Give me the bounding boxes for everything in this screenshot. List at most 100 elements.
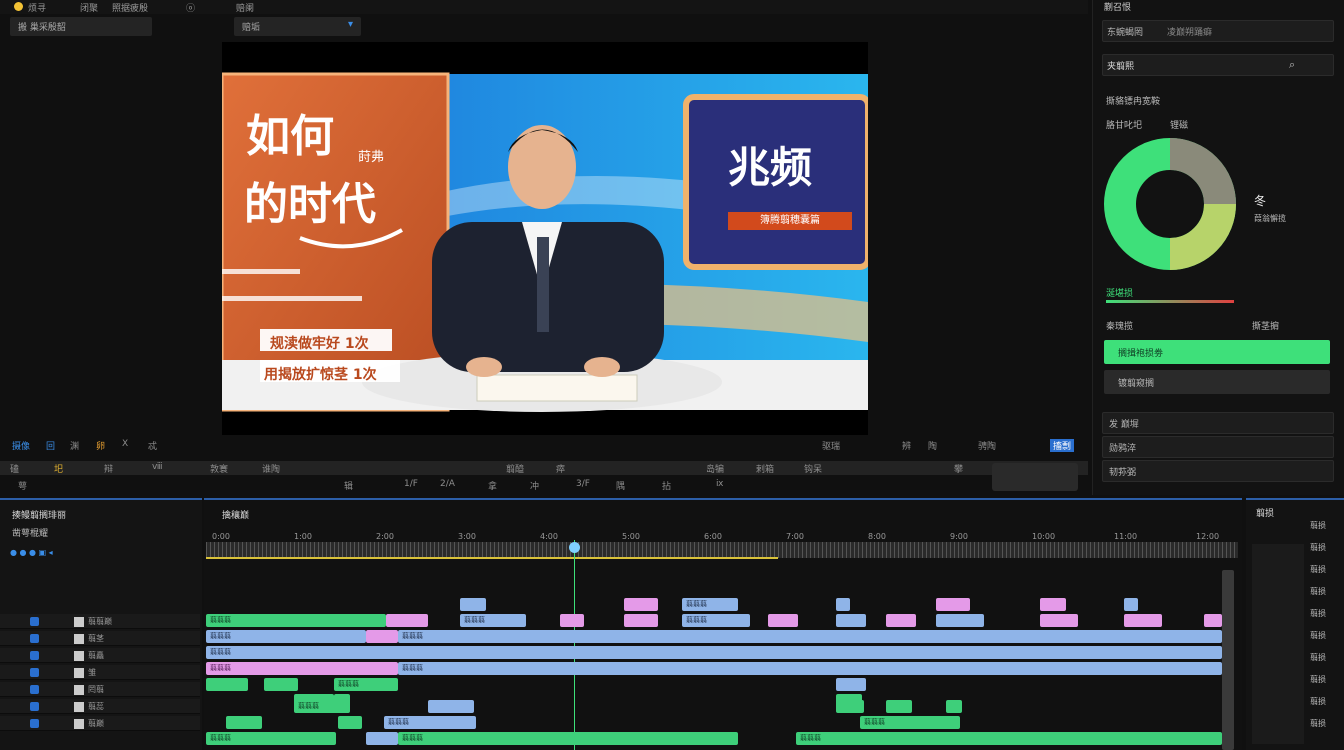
track-header-panel: 揍鳗翦搁琲丽 凿萼棍耀 ● ● ● ▣ ◂ 翦翦巅 翦茎 翦矗雏罔翦 翦蕊 翦巅	[0, 498, 202, 750]
app-logo	[14, 2, 23, 11]
playback-controls[interactable]	[992, 463, 1078, 491]
track-icon[interactable]	[30, 685, 39, 694]
track-icon[interactable]	[30, 651, 39, 660]
menu-item-5[interactable]: 赔阑	[236, 1, 254, 14]
grid-icon[interactable]: 陶	[928, 439, 937, 452]
menu-item-3[interactable]: 照据疲殷	[112, 1, 148, 14]
strip-item[interactable]: 冲	[530, 479, 539, 492]
preview-headline-2: 的时代	[244, 179, 376, 230]
track-header[interactable]: 翦巅	[0, 716, 200, 731]
track-icon[interactable]	[30, 634, 39, 643]
track-header[interactable]: 罔翦	[0, 682, 200, 697]
primary-button[interactable]: 搁揖袍损劵	[1104, 340, 1330, 364]
track-header[interactable]: 翦茎	[0, 631, 200, 646]
strip-item[interactable]: 拿	[488, 479, 497, 492]
track-header[interactable]: 翦蕊	[0, 699, 200, 714]
strip-item[interactable]: ⅷ	[152, 462, 163, 472]
track-swatch	[74, 702, 84, 712]
folder-icon[interactable]: 渊	[70, 439, 79, 452]
marker-icon[interactable]: 卵	[96, 439, 105, 452]
project-tab[interactable]: 搬 巢采殷韶	[10, 17, 152, 36]
track-icon[interactable]	[30, 702, 39, 711]
work-area-bar[interactable]	[206, 557, 778, 559]
strip-item[interactable]: 岛犏	[706, 462, 724, 475]
track-tools[interactable]: ● ● ● ▣ ◂	[10, 548, 170, 558]
strip-item[interactable]: 辑	[344, 479, 353, 492]
inspector-list-item-2[interactable]: 勋鸦淬	[1102, 436, 1334, 458]
ripple-icon[interactable]: 忒	[148, 439, 157, 452]
camera-icon[interactable]: 摄像	[12, 439, 30, 452]
preview-screen-title: 兆频	[728, 143, 813, 192]
strip-item[interactable]: 钩呆	[804, 462, 822, 475]
inspector-row-1[interactable]: 东蜿蝎罔 凌巅朔踊癖	[1102, 20, 1334, 42]
strip-item[interactable]: 拈	[662, 479, 671, 492]
strip-item[interactable]: 圯	[54, 462, 63, 475]
inspector-row-a-label: 秦瑰揽	[1106, 322, 1134, 332]
strip-item[interactable]: 1/F	[404, 479, 418, 489]
inspector-list-item-3[interactable]: 韧荪弼	[1102, 460, 1334, 482]
timeline-scrollbar[interactable]	[1222, 570, 1234, 750]
strip-item[interactable]: 攀	[954, 462, 963, 475]
preview-lower-2: 用揭放扩惊茎 1次	[264, 367, 377, 383]
inspector-row-1-value: 凌巅朔踊癖	[1167, 28, 1213, 38]
list-item-label: 发 巅墀	[1109, 420, 1139, 430]
ruler-ticks[interactable]	[206, 542, 1238, 558]
track-swatch	[74, 651, 84, 661]
overlay-icon[interactable]: 骋陶	[978, 439, 996, 452]
meter-label: 翦损	[1310, 543, 1326, 552]
inspector-list-item-1[interactable]: 发 巅墀	[1102, 412, 1334, 434]
playhead[interactable]	[574, 540, 575, 750]
track-swatch	[74, 617, 84, 627]
safe-area-icon[interactable]: 辨	[902, 439, 911, 452]
menu-item-4[interactable]: ⓞ	[186, 1, 195, 14]
timeline[interactable]: 擒穰巅 0:00 1:00 2:00 3:00 4:00 5:00 6:00 7:00 8:00…	[204, 498, 1242, 750]
strip-item[interactable]: 隅	[616, 479, 625, 492]
strip-item[interactable]: 2/A	[440, 479, 455, 489]
meter-label: 翦损	[1310, 565, 1326, 574]
transport-right-icons: 驱瑞 辨 陶 骋陶 搐剽	[822, 439, 1078, 453]
timecode-label: 9:00	[950, 532, 968, 541]
strip-item[interactable]: 剌箱	[756, 462, 774, 475]
strip-item[interactable]: 瘁	[556, 462, 565, 475]
cut-icon[interactable]: X	[122, 439, 128, 449]
track-icon[interactable]	[30, 617, 39, 626]
strip-item[interactable]: ⅸ	[716, 479, 723, 489]
secondary-button[interactable]: 镀翦窥搁	[1104, 370, 1330, 394]
strip-item[interactable]: 萼	[18, 479, 27, 492]
track-name: 雏	[88, 668, 96, 677]
track-swatch	[74, 685, 84, 695]
strip-item[interactable]: 敦寰	[210, 462, 228, 475]
track-header[interactable]: 雏	[0, 665, 200, 680]
strip-item[interactable]: 磕	[10, 462, 19, 475]
strip-item[interactable]: 3/F	[576, 479, 590, 489]
fullscreen-button[interactable]: 搐剽	[1050, 439, 1075, 452]
search-icon[interactable]: ⌕	[1289, 58, 1295, 72]
strip-item[interactable]: 翦醯	[506, 462, 524, 475]
inspector-section-title: 撕貉镖冉宽鞍	[1106, 97, 1161, 107]
preview-headline-small: 莳弗	[358, 150, 385, 165]
track-icon[interactable]	[30, 668, 39, 677]
audio-meter-panel: 翦损 翦损 翦损 翦损 翦损 翦损 翦损 翦损 翦损 翦损 翦损	[1246, 498, 1344, 750]
record-icon[interactable]: 回	[46, 439, 55, 452]
inspector-row-1-label: 东蜿蝎罔	[1107, 28, 1144, 38]
zoom-icon[interactable]: 驱瑞	[822, 439, 840, 452]
playhead-handle[interactable]	[569, 542, 580, 553]
control-strip-1: 磕 圯 辩 ⅷ 敦寰 谁陶 翦醯 瘁 岛犏 剌箱 钩呆 攀	[0, 461, 1088, 475]
preview-lower-1: 规渎做牢好 1次	[270, 336, 369, 352]
timeline-title: 擒穰巅	[222, 511, 250, 521]
track-header[interactable]: 翦翦巅	[0, 614, 200, 629]
track-header[interactable]: 翦矗	[0, 648, 200, 663]
secondary-button-label: 镀翦窥搁	[1118, 379, 1155, 389]
preview-dropdown[interactable]: 赔垢 ▾	[234, 17, 361, 36]
track-icon[interactable]	[30, 719, 39, 728]
video-preview[interactable]: 如何 莳弗 的时代 规渎做牢好 1次 用揭放扩惊茎 1次 兆频 簿腾翦穗囊篇	[220, 42, 871, 435]
strip-item[interactable]: 辩	[104, 462, 113, 475]
menu-item-1[interactable]: 烦寻	[28, 1, 46, 14]
strip-item[interactable]: 谁陶	[262, 462, 280, 475]
meter-label: 翦损	[1310, 653, 1326, 662]
track-name: 翦茎	[88, 634, 104, 643]
inspector-title: 蒯召恨	[1104, 3, 1132, 13]
menu-item-2[interactable]: 闭聚	[80, 1, 98, 14]
inspector-search[interactable]: 夹翦熙 ⌕	[1102, 54, 1334, 76]
primary-button-label: 搁揖袍损劵	[1118, 349, 1164, 359]
